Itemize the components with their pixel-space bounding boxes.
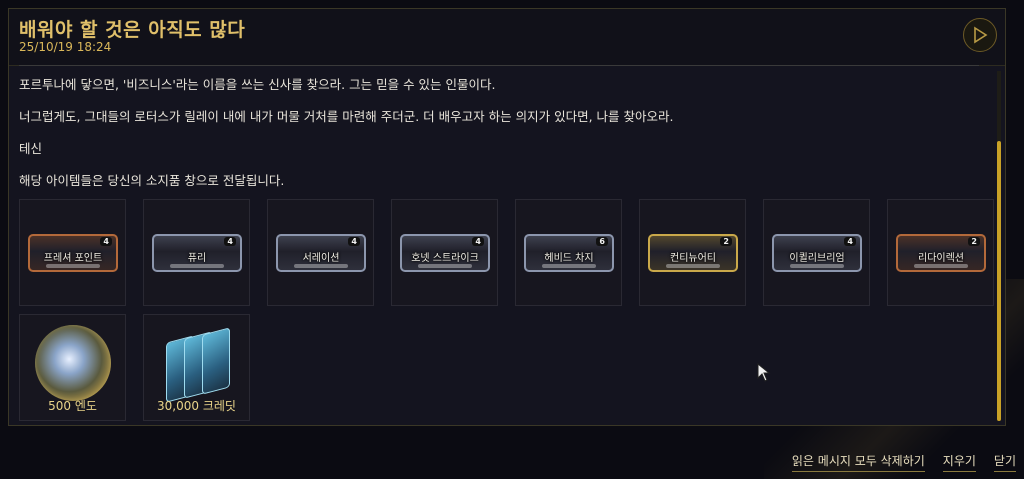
mod-tile[interactable]: 6 헤비드 차지 — [515, 199, 622, 306]
reward-tile[interactable]: 500 엔도 — [19, 314, 126, 421]
mod-tile[interactable]: 2 리다이렉션 — [887, 199, 994, 306]
mod-name: 호넷 스트라이크 — [411, 253, 479, 264]
mod-bar — [46, 264, 100, 268]
mod-name: 헤비드 차지 — [544, 253, 594, 264]
endo-icon — [35, 325, 111, 401]
message-signature: 테신 — [19, 141, 43, 156]
reward-tile[interactable]: 30,000 크레딧 — [143, 314, 250, 421]
mod-rank: 4 — [472, 237, 484, 246]
message-body: 포르투나에 닿으면, '비즈니스'라는 이름을 쓰는 신사를 찾으라. 그는 믿… — [19, 77, 984, 205]
reward-row: 500 엔도 30,000 크레딧 — [19, 314, 999, 421]
footer-actions: 읽은 메시지 모두 삭제하기 지우기 닫기 — [791, 452, 1016, 472]
mod-bar — [170, 264, 224, 268]
mod-card: 6 헤비드 차지 — [524, 234, 614, 272]
mod-name: 서레이션 — [302, 253, 340, 264]
message-date: 25/10/19 18:24 — [19, 40, 112, 54]
mod-card: 4 퓨리 — [152, 234, 242, 272]
mod-rank: 4 — [348, 237, 360, 246]
mod-tile[interactable]: 4 퓨리 — [143, 199, 250, 306]
mod-tile[interactable]: 2 컨티뉴어티 — [639, 199, 746, 306]
attachment-grid: 4 프레셔 포인트 4 퓨리 4 서레이션 4 호넷 스트라이크 6 헤비드 차… — [19, 199, 999, 429]
credits-icon — [166, 327, 232, 403]
mod-tile[interactable]: 4 호넷 스트라이크 — [391, 199, 498, 306]
play-button[interactable] — [963, 18, 997, 52]
mod-name: 컨티뉴어티 — [670, 253, 716, 264]
delete-read-messages-button[interactable]: 읽은 메시지 모두 삭제하기 — [791, 452, 925, 472]
play-icon — [974, 26, 988, 44]
mod-bar — [542, 264, 596, 268]
mouse-cursor-icon — [757, 363, 771, 382]
delivery-notice: 해당 아이템들은 당신의 소지품 창으로 전달됩니다. — [19, 173, 285, 188]
mod-bar — [418, 264, 472, 268]
mod-tile[interactable]: 4 서레이션 — [267, 199, 374, 306]
mod-tile[interactable]: 4 이퀼리브리엄 — [763, 199, 870, 306]
mod-bar — [790, 264, 844, 268]
mod-card: 4 이퀼리브리엄 — [772, 234, 862, 272]
mod-rank: 2 — [968, 237, 980, 246]
message-paragraph: 포르투나에 닿으면, '비즈니스'라는 이름을 쓰는 신사를 찾으라. 그는 믿… — [19, 77, 496, 92]
mod-name: 퓨리 — [187, 253, 207, 264]
message-paragraph: 너그럽게도, 그대들의 로터스가 릴레이 내에 내가 머물 거처를 마련해 주더… — [19, 109, 674, 124]
mod-name: 리다이렉션 — [918, 253, 964, 264]
mod-bar — [294, 264, 348, 268]
reward-label: 30,000 크레딧 — [157, 399, 236, 413]
mod-card: 2 컨티뉴어티 — [648, 234, 738, 272]
mod-rank: 4 — [100, 237, 112, 246]
clipped-text-line — [19, 65, 979, 70]
close-button[interactable]: 닫기 — [993, 452, 1016, 472]
mod-name: 프레셔 포인트 — [43, 253, 103, 264]
mod-name: 이퀼리브리엄 — [789, 253, 845, 264]
mod-tile[interactable]: 4 프레셔 포인트 — [19, 199, 126, 306]
mod-bar — [914, 264, 968, 268]
delete-button[interactable]: 지우기 — [942, 452, 976, 472]
mod-card: 4 프레셔 포인트 — [28, 234, 118, 272]
mod-rank: 2 — [720, 237, 732, 246]
message-title: 배워야 할 것은 아직도 많다 — [19, 19, 246, 41]
mod-bar — [666, 264, 720, 268]
reward-label: 500 엔도 — [48, 399, 97, 413]
mod-rank: 6 — [596, 237, 608, 246]
message-panel: 배워야 할 것은 아직도 많다 25/10/19 18:24 포르투나에 닿으면… — [8, 8, 1006, 426]
mod-rank: 4 — [844, 237, 856, 246]
mod-rank: 4 — [224, 237, 236, 246]
mod-card: 2 리다이렉션 — [896, 234, 986, 272]
message-header: 배워야 할 것은 아직도 많다 25/10/19 18:24 — [9, 9, 1005, 66]
mod-row: 4 프레셔 포인트 4 퓨리 4 서레이션 4 호넷 스트라이크 6 헤비드 차… — [19, 199, 999, 306]
mod-card: 4 호넷 스트라이크 — [400, 234, 490, 272]
mod-card: 4 서레이션 — [276, 234, 366, 272]
